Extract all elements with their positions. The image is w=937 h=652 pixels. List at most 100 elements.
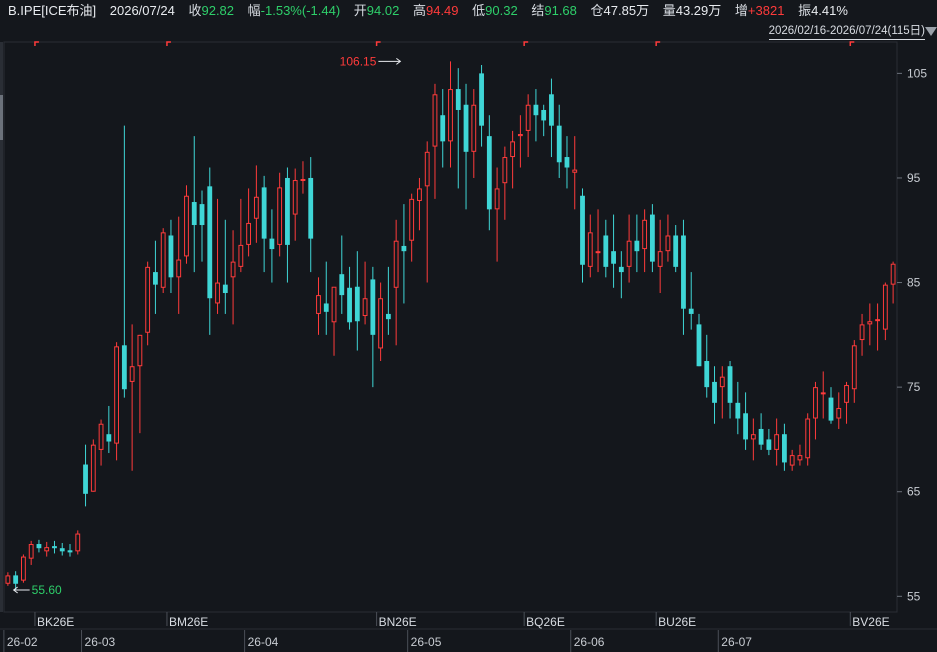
candle [657,219,663,294]
candle-body [813,387,818,419]
candle [308,157,314,273]
candle-body [98,423,104,450]
month-label: 26-03 [85,635,116,649]
contract-roll-marker [655,41,661,46]
candle-body [595,251,601,254]
candle-body [455,89,461,110]
candle [300,161,306,194]
candle-body [533,104,539,116]
candle-body [331,286,337,323]
candle-body [665,235,671,252]
candle [246,188,252,257]
candle [851,340,857,403]
candle [564,136,570,189]
candle-body [215,282,220,304]
candle-body [44,547,50,552]
candle-body [719,376,725,388]
candle [572,136,578,210]
candle [145,261,151,346]
candle [90,439,96,492]
candle-body [362,298,368,317]
candle [813,381,818,440]
month-label: 26-05 [411,635,442,649]
candle [59,542,65,556]
candle-body [634,240,640,252]
candle [727,360,733,419]
candle-body [401,245,407,252]
candle-body [36,544,42,549]
candle [417,177,422,231]
candle [52,540,57,554]
y-tick-label: 55 [907,589,921,603]
candle-body [269,238,275,250]
candle [688,272,694,330]
contract-label: BK26E [37,615,74,629]
candle-body [657,251,663,267]
max-price-label: 106.15 [340,54,377,68]
candle [448,61,453,168]
candle [83,444,88,507]
y-tick-label: 85 [907,276,921,290]
candle [634,214,640,273]
y-tick-label: 95 [907,171,921,185]
candle [44,541,50,557]
candle-body [867,321,873,325]
candle-body [727,366,733,403]
candle-body [587,232,593,267]
candle-body [502,157,508,184]
candle [626,214,632,283]
candle [750,418,756,461]
candle-body [191,202,197,226]
candle-body [890,263,896,285]
candle [5,572,11,586]
candle-body [851,345,857,390]
candle [106,405,112,454]
contract-label: BQ26E [526,615,565,629]
candle [758,413,764,450]
candle [378,282,384,361]
candle [401,204,407,304]
candle [168,219,174,294]
candle [517,115,523,168]
candle-body [704,360,710,388]
candle-body [222,284,228,294]
candle-body [323,303,329,312]
candle-body [385,313,391,320]
candlestick-chart[interactable]: 55 65 75 85 95 105 BK26E BM26E BN26E BQ26E BU26E BV… [0,0,937,652]
candle [789,449,795,471]
candle-body [688,308,694,314]
candle [354,251,360,351]
candle-body [59,548,65,552]
month-label: 26-04 [248,635,279,649]
candle-body [580,195,585,265]
candle-body [114,346,120,444]
candle-body [13,575,19,584]
candle [230,230,236,325]
candle [820,371,826,419]
candle [137,334,143,434]
candle-body [83,464,88,494]
candle [712,366,717,424]
candle [486,115,492,231]
candle [316,277,321,335]
candle-body [285,177,290,245]
candle [502,146,508,220]
candle [393,219,399,346]
candle-body [121,345,127,390]
contract-label: BU26E [658,615,696,629]
candle [323,261,329,335]
candle [160,228,166,294]
candle-body [354,286,360,322]
candle-body [75,533,81,552]
candle [611,214,616,288]
candle [696,313,702,367]
candle-body [393,240,399,288]
candle [859,313,865,356]
candle [67,544,73,557]
candle-body [549,94,554,126]
candle-body [789,455,795,466]
candle-body [440,115,446,142]
candle-body [611,251,616,264]
candle [36,539,42,553]
candle [199,190,205,262]
